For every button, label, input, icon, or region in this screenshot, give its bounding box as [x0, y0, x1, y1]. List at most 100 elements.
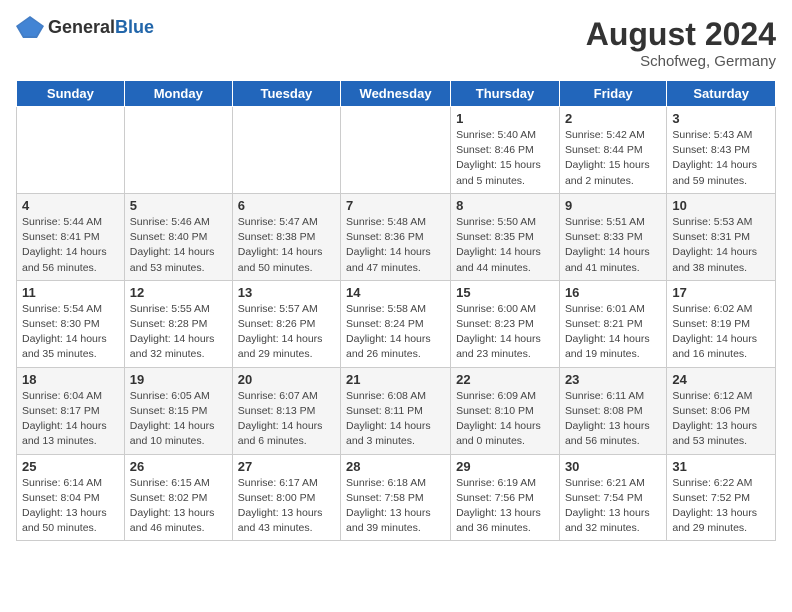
day-detail: Sunrise: 6:15 AM Sunset: 8:02 PM Dayligh… — [130, 476, 227, 537]
calendar-cell — [341, 107, 451, 194]
day-detail: Sunrise: 5:53 AM Sunset: 8:31 PM Dayligh… — [672, 215, 770, 276]
day-number: 6 — [238, 198, 335, 213]
calendar-cell: 8Sunrise: 5:50 AM Sunset: 8:35 PM Daylig… — [451, 193, 560, 280]
calendar-cell: 1 Sunrise: 5:40 AM Sunset: 8:46 PM Daylig… — [451, 107, 560, 194]
weekday-header-thursday: Thursday — [451, 81, 560, 107]
logo-icon — [16, 16, 44, 38]
day-number: 3 — [672, 111, 770, 126]
day-number: 9 — [565, 198, 661, 213]
day-detail: Sunrise: 5:47 AM Sunset: 8:38 PM Dayligh… — [238, 215, 335, 276]
week-row-1: 1 Sunrise: 5:40 AM Sunset: 8:46 PM Daylig… — [17, 107, 776, 194]
day-number: 25 — [22, 459, 119, 474]
calendar-cell: 17Sunrise: 6:02 AM Sunset: 8:19 PM Dayli… — [667, 280, 776, 367]
day-number: 1 — [456, 111, 554, 126]
day-number: 13 — [238, 285, 335, 300]
day-detail: Sunrise: 6:18 AM Sunset: 7:58 PM Dayligh… — [346, 476, 445, 537]
calendar-cell: 12 Sunrise: 5:55 AM Sunset: 8:28 PM Dayli… — [124, 280, 232, 367]
weekday-header-row: SundayMondayTuesdayWednesdayThursdayFrid… — [17, 81, 776, 107]
day-detail: Sunrise: 6:02 AM Sunset: 8:19 PM Dayligh… — [672, 302, 770, 363]
day-number: 21 — [346, 372, 445, 387]
day-number: 16 — [565, 285, 661, 300]
calendar-cell: 20 Sunrise: 6:07 AM Sunset: 8:13 PM Dayli… — [232, 367, 340, 454]
calendar-cell: 19 Sunrise: 6:05 AM Sunset: 8:15 PM Dayli… — [124, 367, 232, 454]
calendar-cell: 5Sunrise: 5:46 AM Sunset: 8:40 PM Daylig… — [124, 193, 232, 280]
calendar-cell: 26 Sunrise: 6:15 AM Sunset: 8:02 PM Dayli… — [124, 454, 232, 541]
calendar-cell: 22 Sunrise: 6:09 AM Sunset: 8:10 PM Dayli… — [451, 367, 560, 454]
weekday-header-saturday: Saturday — [667, 81, 776, 107]
logo-blue-text: Blue — [115, 17, 154, 37]
day-detail: Sunrise: 5:51 AM Sunset: 8:33 PM Dayligh… — [565, 215, 661, 276]
day-detail: Sunrise: 5:58 AM Sunset: 8:24 PM Dayligh… — [346, 302, 445, 363]
day-number: 27 — [238, 459, 335, 474]
day-number: 31 — [672, 459, 770, 474]
day-number: 5 — [130, 198, 227, 213]
day-number: 10 — [672, 198, 770, 213]
day-number: 26 — [130, 459, 227, 474]
calendar-cell: 6 Sunrise: 5:47 AM Sunset: 8:38 PM Daylig… — [232, 193, 340, 280]
day-detail: Sunrise: 6:11 AM Sunset: 8:08 PM Dayligh… — [565, 389, 661, 450]
day-detail: Sunrise: 6:08 AM Sunset: 8:11 PM Dayligh… — [346, 389, 445, 450]
calendar-cell: 21 Sunrise: 6:08 AM Sunset: 8:11 PM Dayli… — [341, 367, 451, 454]
day-detail: Sunrise: 6:12 AM Sunset: 8:06 PM Dayligh… — [672, 389, 770, 450]
day-number: 4 — [22, 198, 119, 213]
day-number: 30 — [565, 459, 661, 474]
day-number: 2 — [565, 111, 661, 126]
day-detail: Sunrise: 5:40 AM Sunset: 8:46 PM Dayligh… — [456, 128, 554, 189]
day-number: 18 — [22, 372, 119, 387]
day-detail: Sunrise: 5:43 AM Sunset: 8:43 PM Dayligh… — [672, 128, 770, 189]
calendar-cell: 31Sunrise: 6:22 AM Sunset: 7:52 PM Dayli… — [667, 454, 776, 541]
day-number: 12 — [130, 285, 227, 300]
day-number: 20 — [238, 372, 335, 387]
page-header: GeneralBlue August 2024 Schofweg, German… — [16, 16, 776, 70]
calendar-cell — [232, 107, 340, 194]
calendar-cell: 9 Sunrise: 5:51 AM Sunset: 8:33 PM Daylig… — [559, 193, 666, 280]
location: Schofweg, Germany — [586, 53, 776, 70]
calendar-cell: 29Sunrise: 6:19 AM Sunset: 7:56 PM Dayli… — [451, 454, 560, 541]
day-detail: Sunrise: 6:07 AM Sunset: 8:13 PM Dayligh… — [238, 389, 335, 450]
calendar-cell: 3 Sunrise: 5:43 AM Sunset: 8:43 PM Daylig… — [667, 107, 776, 194]
day-number: 19 — [130, 372, 227, 387]
week-row-5: 25 Sunrise: 6:14 AM Sunset: 8:04 PM Dayli… — [17, 454, 776, 541]
day-detail: Sunrise: 5:44 AM Sunset: 8:41 PM Dayligh… — [22, 215, 119, 276]
day-number: 8 — [456, 198, 554, 213]
calendar-cell: 4 Sunrise: 5:44 AM Sunset: 8:41 PM Daylig… — [17, 193, 125, 280]
calendar-cell: 15Sunrise: 6:00 AM Sunset: 8:23 PM Dayli… — [451, 280, 560, 367]
day-detail: Sunrise: 6:17 AM Sunset: 8:00 PM Dayligh… — [238, 476, 335, 537]
day-number: 7 — [346, 198, 445, 213]
day-detail: Sunrise: 6:14 AM Sunset: 8:04 PM Dayligh… — [22, 476, 119, 537]
calendar-cell — [17, 107, 125, 194]
weekday-header-sunday: Sunday — [17, 81, 125, 107]
day-detail: Sunrise: 5:54 AM Sunset: 8:30 PM Dayligh… — [22, 302, 119, 363]
day-number: 29 — [456, 459, 554, 474]
weekday-header-friday: Friday — [559, 81, 666, 107]
calendar-cell: 2 Sunrise: 5:42 AM Sunset: 8:44 PM Daylig… — [559, 107, 666, 194]
day-number: 28 — [346, 459, 445, 474]
day-number: 11 — [22, 285, 119, 300]
day-detail: Sunrise: 5:42 AM Sunset: 8:44 PM Dayligh… — [565, 128, 661, 189]
day-number: 23 — [565, 372, 661, 387]
day-detail: Sunrise: 5:57 AM Sunset: 8:26 PM Dayligh… — [238, 302, 335, 363]
weekday-header-tuesday: Tuesday — [232, 81, 340, 107]
calendar-cell: 30 Sunrise: 6:21 AM Sunset: 7:54 PM Dayli… — [559, 454, 666, 541]
day-detail: Sunrise: 5:55 AM Sunset: 8:28 PM Dayligh… — [130, 302, 227, 363]
week-row-4: 18 Sunrise: 6:04 AM Sunset: 8:17 PM Dayli… — [17, 367, 776, 454]
day-detail: Sunrise: 6:05 AM Sunset: 8:15 PM Dayligh… — [130, 389, 227, 450]
calendar-cell: 24 Sunrise: 6:12 AM Sunset: 8:06 PM Dayli… — [667, 367, 776, 454]
day-detail: Sunrise: 6:21 AM Sunset: 7:54 PM Dayligh… — [565, 476, 661, 537]
calendar-cell: 18 Sunrise: 6:04 AM Sunset: 8:17 PM Dayli… — [17, 367, 125, 454]
day-number: 22 — [456, 372, 554, 387]
logo-general-text: General — [48, 17, 115, 37]
day-number: 14 — [346, 285, 445, 300]
calendar-cell: 28 Sunrise: 6:18 AM Sunset: 7:58 PM Dayli… — [341, 454, 451, 541]
calendar-table: SundayMondayTuesdayWednesdayThursdayFrid… — [16, 80, 776, 541]
calendar-cell: 23 Sunrise: 6:11 AM Sunset: 8:08 PM Dayli… — [559, 367, 666, 454]
day-number: 24 — [672, 372, 770, 387]
day-detail: Sunrise: 6:04 AM Sunset: 8:17 PM Dayligh… — [22, 389, 119, 450]
calendar-cell: 16Sunrise: 6:01 AM Sunset: 8:21 PM Dayli… — [559, 280, 666, 367]
logo: GeneralBlue — [16, 16, 154, 38]
calendar-cell: 14 Sunrise: 5:58 AM Sunset: 8:24 PM Dayli… — [341, 280, 451, 367]
day-detail: Sunrise: 6:09 AM Sunset: 8:10 PM Dayligh… — [456, 389, 554, 450]
day-number: 15 — [456, 285, 554, 300]
weekday-header-wednesday: Wednesday — [341, 81, 451, 107]
calendar-cell: 11 Sunrise: 5:54 AM Sunset: 8:30 PM Dayli… — [17, 280, 125, 367]
